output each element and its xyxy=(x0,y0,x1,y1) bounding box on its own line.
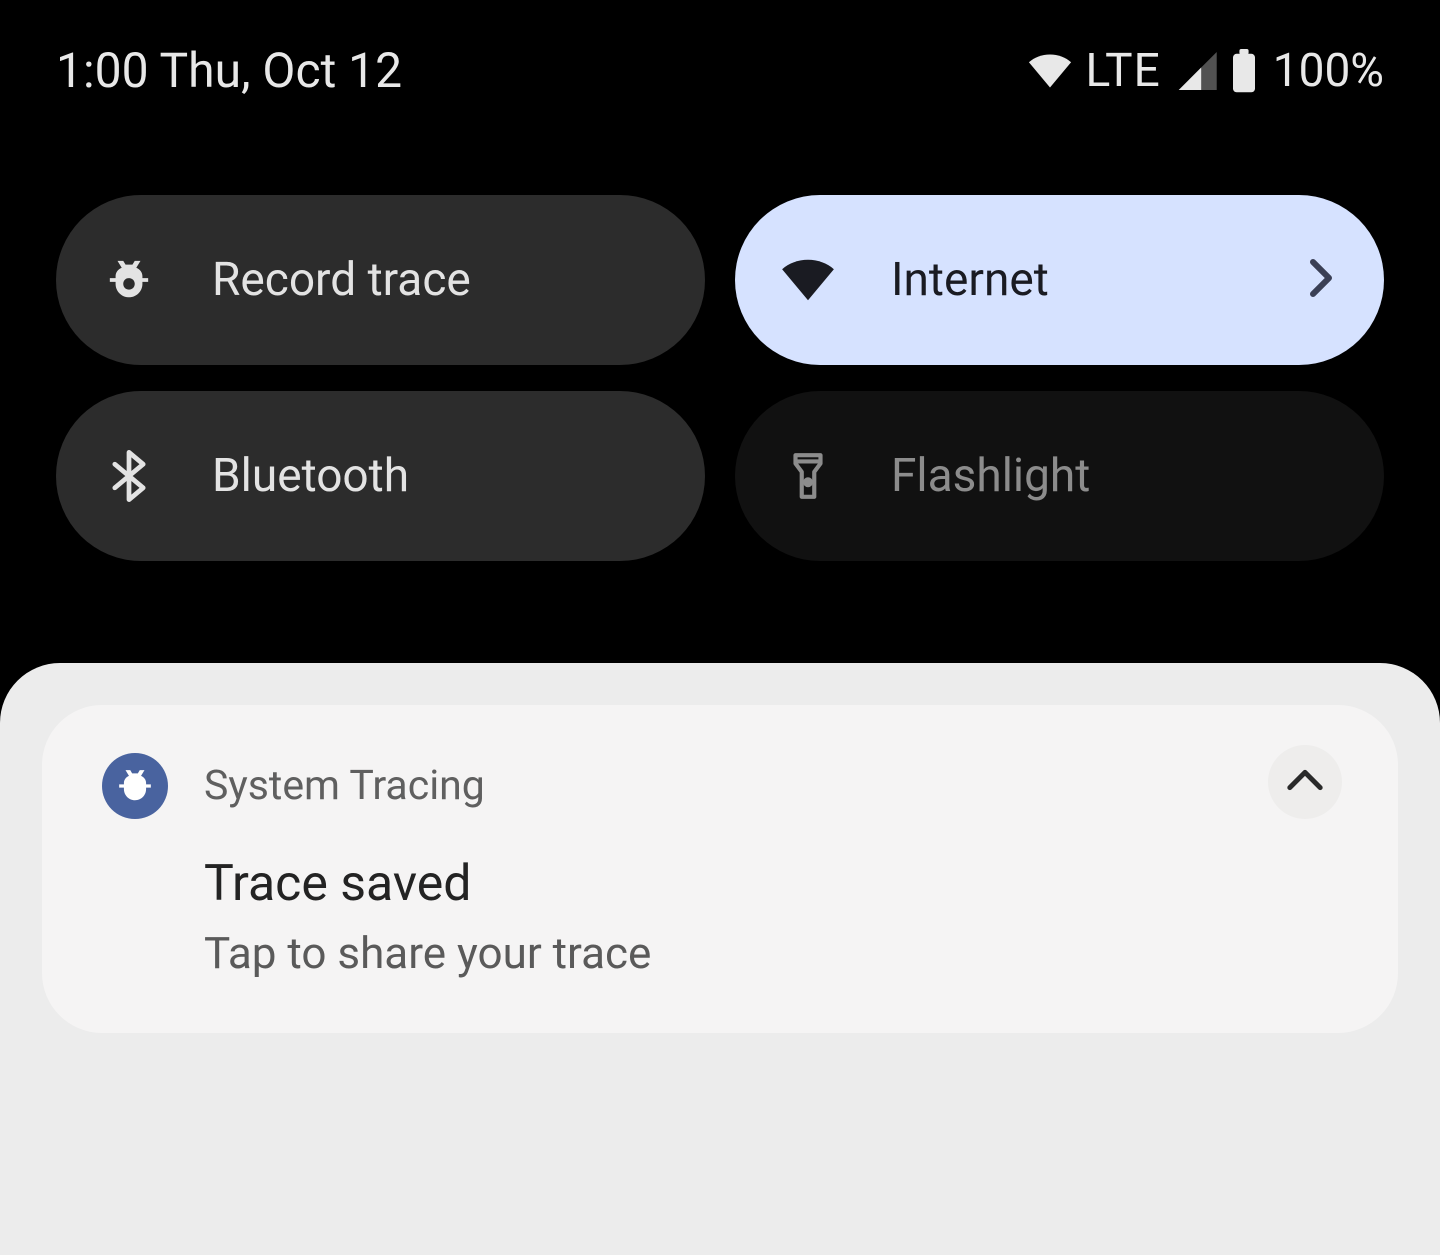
notification-subtitle: Tap to share your trace xyxy=(204,927,1338,979)
flashlight-icon xyxy=(781,451,835,501)
tile-label: Record trace xyxy=(212,253,471,307)
bluetooth-icon xyxy=(102,450,156,502)
notification-header: System Tracing xyxy=(102,753,1338,819)
status-bar: 1:00 Thu, Oct 12 LTE 100% xyxy=(0,0,1440,99)
tile-label: Bluetooth xyxy=(212,449,409,503)
wifi-status-icon xyxy=(1028,54,1072,88)
quick-settings-grid: Record trace Internet Bluetooth Flashlig… xyxy=(0,99,1440,561)
chevron-up-icon xyxy=(1286,768,1324,796)
notification-body: Trace saved Tap to share your trace xyxy=(204,855,1338,979)
battery-percentage: 100% xyxy=(1273,44,1384,98)
battery-icon xyxy=(1231,49,1257,93)
bluetooth-tile[interactable]: Bluetooth xyxy=(56,391,705,561)
bug-icon xyxy=(102,257,156,303)
cellular-signal-icon xyxy=(1175,52,1217,90)
record-trace-tile[interactable]: Record trace xyxy=(56,195,705,365)
internet-tile[interactable]: Internet xyxy=(735,195,1384,365)
notification-app-name: System Tracing xyxy=(204,762,485,810)
flashlight-tile[interactable]: Flashlight xyxy=(735,391,1384,561)
clock-date: 1:00 Thu, Oct 12 xyxy=(56,42,402,99)
app-icon-system-tracing xyxy=(102,753,168,819)
tile-label: Internet xyxy=(891,253,1049,307)
collapse-button[interactable] xyxy=(1268,745,1342,819)
status-bar-right: LTE 100% xyxy=(1028,44,1384,98)
notification-title: Trace saved xyxy=(204,855,1338,913)
wifi-icon xyxy=(781,258,835,302)
chevron-right-icon xyxy=(1308,258,1334,302)
tile-label: Flashlight xyxy=(891,449,1090,503)
notification-card[interactable]: System Tracing Trace saved Tap to share … xyxy=(42,705,1398,1033)
network-type-label: LTE xyxy=(1086,44,1161,98)
notification-shade: System Tracing Trace saved Tap to share … xyxy=(0,663,1440,1255)
